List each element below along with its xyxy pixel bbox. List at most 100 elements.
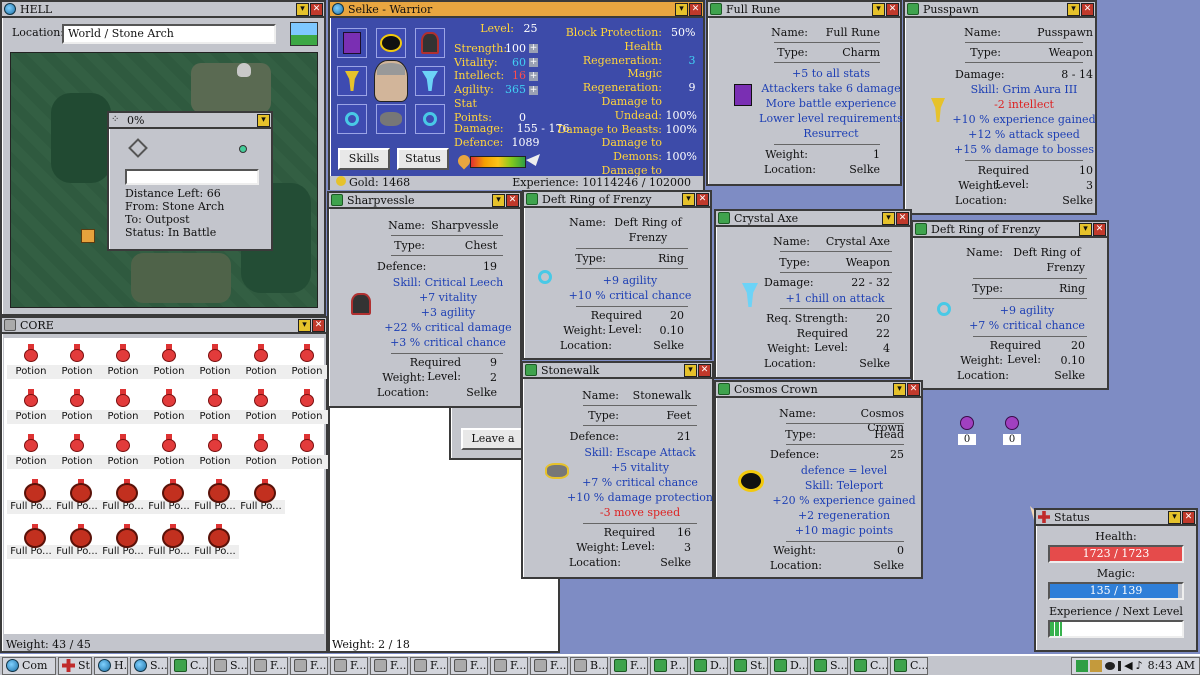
inventory-slot[interactable]: Full Po... bbox=[145, 479, 193, 514]
minimize-button[interactable]: ▾ bbox=[882, 211, 895, 225]
chat-icon[interactable] bbox=[1105, 661, 1116, 670]
minimize-button[interactable]: ▾ bbox=[684, 363, 697, 377]
landscape-icon[interactable] bbox=[290, 22, 318, 46]
taskbar-button[interactable]: C... bbox=[890, 656, 928, 675]
inventory-slot[interactable]: Potion bbox=[7, 434, 55, 469]
map-tray-icon[interactable] bbox=[1076, 659, 1089, 672]
close-button[interactable]: ✕ bbox=[1093, 222, 1106, 236]
inventory-slot[interactable]: Potion bbox=[191, 389, 239, 424]
deft-ring-titlebar[interactable]: Deft Ring of Frenzy ▾ ✕ bbox=[913, 222, 1107, 238]
pusspawn-titlebar[interactable]: Pusspawn ▾ ✕ bbox=[905, 2, 1095, 18]
inventory-slot[interactable]: Potion bbox=[191, 344, 239, 379]
close-button[interactable]: ✕ bbox=[698, 363, 711, 377]
inventory-slot[interactable]: Potion bbox=[191, 434, 239, 469]
taskbar-button[interactable]: F... bbox=[450, 656, 488, 675]
taskbar-button[interactable]: C... bbox=[850, 656, 888, 675]
inventory-slot[interactable]: Potion bbox=[283, 389, 331, 424]
slot-ring-2[interactable] bbox=[415, 104, 445, 134]
inventory-slot[interactable]: Potion bbox=[145, 389, 193, 424]
close-button[interactable]: ✕ bbox=[310, 2, 323, 16]
skills-button[interactable]: Skills bbox=[338, 148, 390, 170]
taskbar-button[interactable]: H... bbox=[94, 656, 128, 675]
music-note-icon[interactable]: ♪ bbox=[1136, 659, 1143, 672]
status-button[interactable]: Status bbox=[397, 148, 449, 170]
inventory-slot[interactable]: Full Po... bbox=[99, 524, 147, 559]
taskbar-button[interactable]: S... bbox=[130, 656, 168, 675]
taskbar-button[interactable]: P... bbox=[650, 656, 688, 675]
taskbar-button[interactable]: Com bbox=[2, 656, 56, 675]
leave-button[interactable]: Leave a bbox=[461, 428, 525, 450]
inventory-slot[interactable]: Full Po... bbox=[191, 524, 239, 559]
inventory-slot[interactable]: Potion bbox=[237, 389, 285, 424]
close-button[interactable]: ✕ bbox=[896, 211, 909, 225]
inventory-slot[interactable]: Full Po... bbox=[7, 524, 55, 559]
map-titlebar[interactable]: HELL ▾ ✕ bbox=[2, 2, 324, 18]
taskbar-button[interactable]: F... bbox=[530, 656, 568, 675]
taskbar-button[interactable]: St... bbox=[730, 656, 768, 675]
close-button[interactable]: ✕ bbox=[506, 193, 519, 207]
slot-feet[interactable] bbox=[376, 104, 406, 134]
minimize-button[interactable]: ▾ bbox=[893, 382, 906, 396]
inventory-slot[interactable]: Potion bbox=[237, 434, 285, 469]
minimize-button[interactable]: ▾ bbox=[298, 318, 311, 332]
inventory-slot[interactable]: Full Po... bbox=[99, 479, 147, 514]
ground-potion[interactable]: 0 bbox=[1003, 416, 1021, 445]
minimize-button[interactable]: ▾ bbox=[872, 2, 885, 16]
slot-weapon[interactable] bbox=[337, 66, 367, 96]
inventory-slot[interactable]: Full Po... bbox=[53, 524, 101, 559]
inventory-slot[interactable]: Potion bbox=[7, 389, 55, 424]
plus-icon[interactable]: + bbox=[529, 44, 538, 54]
scroll-tray-icon[interactable] bbox=[1090, 659, 1103, 672]
plus-icon[interactable]: + bbox=[529, 71, 538, 81]
inventory-slot[interactable]: Potion bbox=[53, 434, 101, 469]
taskbar-button[interactable]: F... bbox=[250, 656, 288, 675]
close-button[interactable]: ✕ bbox=[886, 2, 899, 16]
plus-icon[interactable]: + bbox=[529, 85, 538, 95]
ground-potion[interactable]: 0 bbox=[958, 416, 976, 445]
stonewalk-titlebar[interactable]: Stonewalk ▾ ✕ bbox=[523, 363, 712, 379]
taskbar-button[interactable]: F... bbox=[330, 656, 368, 675]
taskbar-button[interactable]: F... bbox=[610, 656, 648, 675]
taskbar-button[interactable]: F... bbox=[410, 656, 448, 675]
slot-ring-1[interactable] bbox=[337, 104, 367, 134]
inventory-slot[interactable]: Potion bbox=[99, 434, 147, 469]
inventory-slot[interactable]: Full Po... bbox=[53, 479, 101, 514]
minimize-button[interactable]: ▾ bbox=[1079, 222, 1092, 236]
minimize-button[interactable]: ▾ bbox=[682, 192, 695, 206]
inventory-slot[interactable]: Potion bbox=[7, 344, 55, 379]
inventory-slot[interactable]: Full Po... bbox=[7, 479, 55, 514]
speaker-icon[interactable]: ◀ bbox=[1124, 659, 1132, 672]
slot-chest[interactable] bbox=[415, 28, 445, 58]
inventory-slot[interactable]: Full Po... bbox=[191, 479, 239, 514]
close-button[interactable]: ✕ bbox=[1182, 510, 1195, 524]
close-button[interactable]: ✕ bbox=[689, 2, 702, 16]
inventory-slot[interactable]: Potion bbox=[283, 434, 331, 469]
minimize-button[interactable]: ▾ bbox=[675, 2, 688, 16]
taskbar-button[interactable]: D... bbox=[690, 656, 728, 675]
taskbar-button[interactable]: F... bbox=[490, 656, 528, 675]
sharpvessle-titlebar[interactable]: Sharpvessle ▾ ✕ bbox=[329, 193, 520, 209]
inventory-slot[interactable]: Full Po... bbox=[237, 479, 285, 514]
minimize-button[interactable]: ▾ bbox=[1168, 510, 1181, 524]
taskbar-button[interactable]: B... bbox=[570, 656, 608, 675]
taskbar-button[interactable]: St... bbox=[58, 656, 92, 675]
travel-titlebar[interactable]: ⁘ 0% ▾ bbox=[109, 113, 271, 129]
close-button[interactable]: ✕ bbox=[1081, 2, 1094, 16]
cosmos-crown-titlebar[interactable]: Cosmos Crown ▾ ✕ bbox=[716, 382, 921, 398]
inventory-slot[interactable]: Potion bbox=[145, 344, 193, 379]
inventory-slot[interactable]: Potion bbox=[237, 344, 285, 379]
minimize-button[interactable]: ▾ bbox=[257, 113, 270, 127]
inventory-slot[interactable]: Potion bbox=[283, 344, 331, 379]
core-titlebar[interactable]: CORE ▾ ✕ bbox=[2, 318, 326, 334]
slot-head[interactable] bbox=[376, 28, 406, 58]
info-icon[interactable] bbox=[1118, 660, 1122, 671]
taskbar-button[interactable]: S... bbox=[210, 656, 248, 675]
deft-ring-titlebar[interactable]: Deft Ring of Frenzy ▾ ✕ bbox=[524, 192, 710, 208]
close-button[interactable]: ✕ bbox=[907, 382, 920, 396]
close-button[interactable]: ✕ bbox=[696, 192, 709, 206]
inventory-slot[interactable]: Potion bbox=[53, 389, 101, 424]
minimize-button[interactable]: ▾ bbox=[492, 193, 505, 207]
close-button[interactable]: ✕ bbox=[312, 318, 325, 332]
inventory-slot[interactable]: Potion bbox=[99, 389, 147, 424]
crystal-axe-titlebar[interactable]: Crystal Axe ▾ ✕ bbox=[716, 211, 910, 227]
